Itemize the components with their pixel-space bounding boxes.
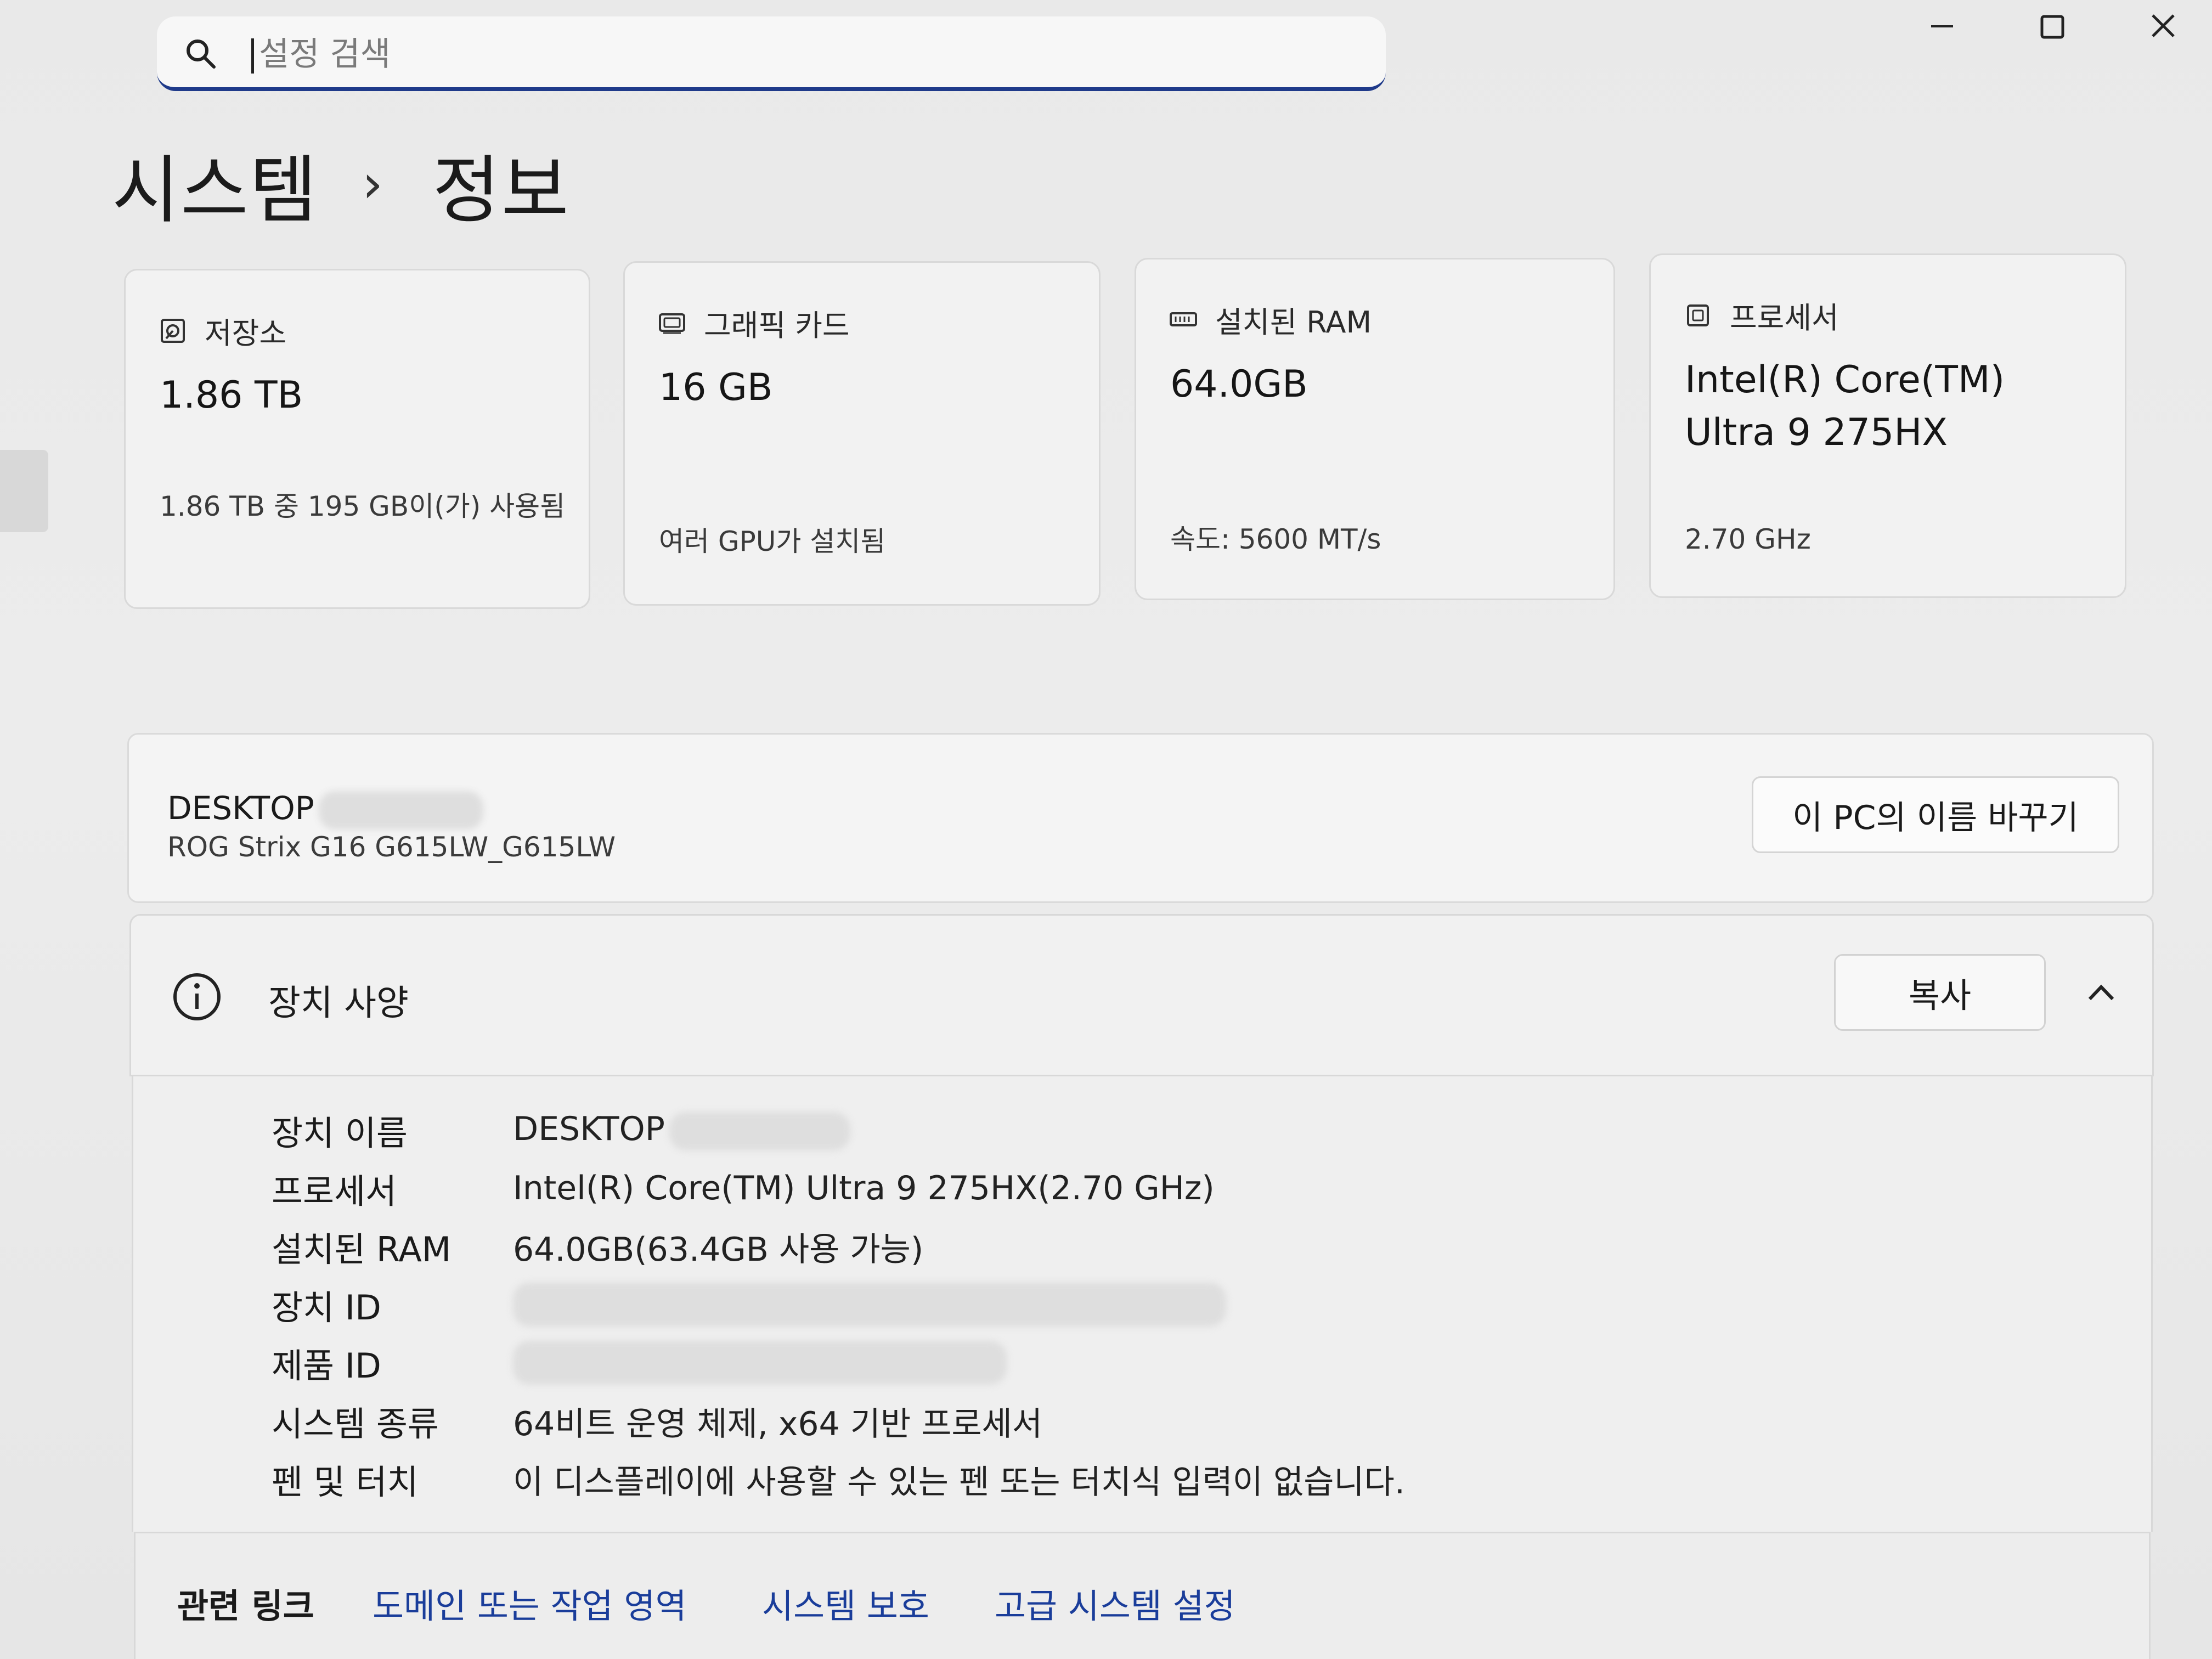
card-subtext: 여러 GPU가 설치됨 — [659, 526, 886, 557]
search-icon — [187, 40, 216, 69]
redacted-blur — [513, 1283, 1226, 1327]
ram-card[interactable]: 설치된 RAM 64.0GB 속도: 5600 MT/s — [1135, 258, 1615, 600]
spec-value: 64비트 운영 체제, x64 기반 프로세서 — [513, 1404, 1043, 1443]
spec-value: DESKTOP — [513, 1110, 850, 1150]
redacted-blur — [669, 1111, 850, 1150]
storage-card[interactable]: 저장소 1.86 TB 1.86 TB 중 195 GB이(가) 사용됨 — [124, 269, 590, 609]
spec-label: 프로세서 — [272, 1171, 397, 1211]
spec-row: 프로세서 Intel(R) Core(TM) Ultra 9 275HX(2.7… — [272, 1161, 1215, 1216]
processor-icon — [1687, 304, 1709, 326]
card-title: 그래픽 카드 — [704, 308, 850, 343]
spec-label: 설치된 RAM — [272, 1229, 452, 1269]
spec-value: Intel(R) Core(TM) Ultra 9 275HX(2.70 GHz… — [513, 1169, 1215, 1207]
related-links-bar: 관련 링크 도메인 또는 작업 영역 시스템 보호 고급 시스템 설정 — [134, 1532, 2151, 1659]
spec-label: 장치 ID — [272, 1288, 381, 1328]
card-title: 저장소 — [205, 316, 287, 351]
card-subtext: 2.70 GHz — [1685, 523, 1811, 555]
breadcrumb-system[interactable]: 시스템 — [112, 131, 318, 237]
settings-window: 시스템 › 정보 저장소 1.86 TB 1.86 TB 중 195 GB이(가… — [0, 0, 2212, 1659]
storage-icon — [161, 318, 185, 343]
card-subtext: 1.86 TB 중 195 GB이(가) 사용됨 — [160, 490, 566, 522]
spec-value: 64.0GB(63.4GB 사용 가능) — [513, 1230, 924, 1269]
graphics-card-icon — [659, 313, 685, 334]
device-specs-header[interactable]: 장치 사양 복사 — [129, 914, 2154, 1076]
spec-value — [513, 1341, 1007, 1385]
text-caret — [251, 38, 254, 74]
processor-card[interactable]: 프로세서 Intel(R) Core(TM) Ultra 9 275HX 2.7… — [1649, 253, 2126, 598]
spec-row: 장치 ID — [272, 1277, 1226, 1332]
breadcrumb: 시스템 › 정보 — [112, 137, 570, 233]
card-value: 64.0GB — [1170, 363, 1308, 406]
card-title: 설치된 RAM — [1215, 305, 1372, 340]
spec-label: 펜 및 터치 — [272, 1462, 419, 1502]
card-value: 1.86 TB — [160, 374, 303, 417]
spec-value: 이 디스플레이에 사용할 수 있는 펜 또는 터치식 입력이 없습니다. — [513, 1463, 1405, 1502]
copy-button[interactable]: 복사 — [1834, 954, 2046, 1031]
spec-label: 제품 ID — [272, 1346, 381, 1386]
device-name: DESKTOP — [167, 789, 483, 830]
card-title: 프로세서 — [1730, 301, 1839, 335]
section-title: 장치 사양 — [268, 983, 409, 1024]
device-specs-body: 장치 이름 DESKTOP 프로세서 Intel(R) Core(TM) Ult… — [132, 1076, 2153, 1532]
breadcrumb-separator: › — [362, 153, 383, 215]
spec-row: 장치 이름 DESKTOP — [272, 1103, 850, 1158]
card-value: 16 GB — [659, 366, 773, 409]
minimize-icon[interactable] — [1904, 4, 1980, 54]
spec-row: 설치된 RAM 64.0GB(63.4GB 사용 가능) — [272, 1219, 923, 1274]
related-links-label: 관련 링크 — [177, 1586, 314, 1626]
link-domain-or-workgroup[interactable]: 도메인 또는 작업 영역 — [373, 1578, 686, 1628]
page-title: 정보 — [432, 148, 570, 233]
rename-pc-button[interactable]: 이 PC의 이름 바꾸기 — [1752, 776, 2119, 853]
link-system-protection[interactable]: 시스템 보호 — [762, 1578, 929, 1628]
graphics-card-card[interactable]: 그래픽 카드 16 GB 여러 GPU가 설치됨 — [623, 261, 1101, 606]
spec-value — [513, 1283, 1226, 1327]
side-panel-edge — [0, 450, 48, 532]
spec-row: 시스템 종류 64비트 운영 체제, x64 기반 프로세서 — [272, 1393, 1042, 1448]
redacted-blur — [318, 791, 483, 830]
spec-label: 장치 이름 — [272, 1113, 408, 1153]
search-input[interactable] — [258, 31, 1302, 78]
device-model: ROG Strix G16 G615LW_G615LW — [167, 831, 616, 863]
spec-row: 펜 및 터치 이 디스플레이에 사용할 수 있는 펜 또는 터치식 입력이 없습… — [272, 1452, 1405, 1506]
spec-row: 제품 ID — [272, 1335, 1007, 1390]
close-icon[interactable] — [2124, 4, 2201, 54]
device-name-panel: DESKTOP ROG Strix G16 G615LW_G615LW 이 PC… — [127, 733, 2154, 903]
card-value: Intel(R) Core(TM) Ultra 9 275HX — [1685, 358, 2005, 454]
chevron-up-icon[interactable] — [2082, 976, 2120, 1009]
device-name-text: DESKTOP — [167, 789, 314, 827]
search-box[interactable] — [157, 16, 1386, 91]
redacted-blur — [513, 1341, 1007, 1385]
ram-icon — [1170, 312, 1197, 326]
link-advanced-system-settings[interactable]: 고급 시스템 설정 — [995, 1578, 1235, 1628]
maximize-icon[interactable] — [2013, 4, 2090, 54]
info-icon — [173, 973, 221, 1020]
spec-label: 시스템 종류 — [272, 1404, 439, 1444]
card-subtext: 속도: 5600 MT/s — [1170, 523, 1381, 555]
